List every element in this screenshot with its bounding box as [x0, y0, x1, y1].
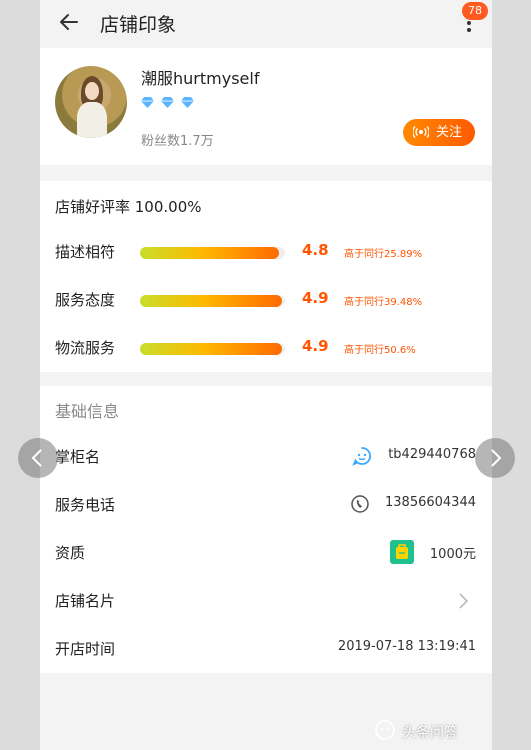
rating-bar-fill [140, 247, 280, 259]
rating-label: 物流服务 [55, 339, 116, 357]
rating-compare: 高于同行50.6% [344, 345, 416, 356]
chat-icon[interactable] [352, 446, 372, 466]
shop-profile-card: 潮服hurtmyself 粉丝数1.7万 关注 [40, 48, 492, 165]
info-row-owner[interactable]: 掌柜名 tb429440768 [40, 446, 492, 470]
info-label: 服务电话 [55, 496, 116, 514]
rating-label: 描述相符 [55, 243, 116, 261]
rating-row: 物流服务 4.9 高于同行50.6% [40, 337, 492, 361]
watermark-text: 头条问答 [402, 725, 458, 741]
chevron-right-icon [491, 449, 502, 467]
info-label: 店铺名片 [55, 592, 116, 610]
rating-score: 4.9 [302, 337, 329, 355]
fans-count: 粉丝数1.7万 [141, 134, 214, 149]
back-arrow-icon[interactable] [58, 11, 80, 33]
rating-compare: 高于同行39.48% [344, 297, 423, 308]
page-title: 店铺印象 [100, 14, 177, 36]
rating-score: 4.9 [302, 289, 329, 307]
phone-icon[interactable] [350, 494, 370, 514]
follow-button[interactable]: 关注 [403, 119, 475, 146]
rating-row: 描述相符 4.8 高于同行25.89% [40, 241, 492, 265]
rating-bar-fill [140, 343, 283, 355]
service-phone: 13856604344 [385, 495, 476, 510]
owner-name: tb429440768 [388, 447, 476, 462]
section-title: 基础信息 [55, 402, 120, 421]
rating-label: 服务态度 [55, 291, 116, 309]
signal-icon [413, 126, 429, 138]
info-row-phone[interactable]: 服务电话 13856604344 [40, 494, 492, 518]
diamond-icon [161, 97, 175, 108]
prev-button[interactable] [18, 438, 58, 478]
open-time: 2019-07-18 13:19:41 [337, 639, 476, 654]
diamond-icon [181, 97, 195, 108]
rating-compare: 高于同行25.89% [344, 249, 423, 260]
bag-icon [390, 540, 414, 564]
rating-row: 服务态度 4.9 高于同行39.48% [40, 289, 492, 313]
rating-score: 4.8 [302, 241, 329, 259]
chevron-left-icon [31, 449, 42, 467]
rating-bar [140, 295, 285, 307]
follow-label: 关注 [436, 125, 463, 140]
positive-rate: 店铺好评率 100.00% [55, 198, 202, 216]
rating-bar [140, 343, 285, 355]
shop-level-diamonds [141, 93, 196, 108]
top-bar: 店铺印象 78 [40, 0, 492, 46]
info-label: 开店时间 [55, 640, 116, 658]
watermark-logo-icon [375, 720, 395, 740]
info-row-business-card[interactable]: 店铺名片 [40, 590, 492, 614]
notification-badge: 78 [462, 2, 488, 20]
deposit-amount: 1000元 [429, 547, 476, 562]
info-row-qualification[interactable]: 资质 1000元 [40, 540, 492, 566]
rating-bar-fill [140, 295, 283, 307]
next-button[interactable] [475, 438, 515, 478]
shop-name: 潮服hurtmyself [141, 69, 260, 88]
chevron-right-icon[interactable] [457, 592, 469, 610]
shop-avatar[interactable] [55, 66, 127, 138]
phone-screen: 店铺印象 78 潮服hurtmyself 粉丝数1.7万 关注 店铺好评率 10… [40, 0, 492, 750]
ratings-card: 店铺好评率 100.00% 描述相符 4.8 高于同行25.89% 服务态度 4… [40, 181, 492, 372]
diamond-icon [141, 97, 154, 108]
info-label: 掌柜名 [55, 448, 101, 466]
rating-bar [140, 247, 285, 259]
info-label: 资质 [55, 544, 86, 562]
basic-info-card: 基础信息 掌柜名 tb429440768 服务电话 13856604344 资质 [40, 386, 492, 673]
info-row-open-time: 开店时间 2019-07-18 13:19:41 [40, 638, 492, 662]
